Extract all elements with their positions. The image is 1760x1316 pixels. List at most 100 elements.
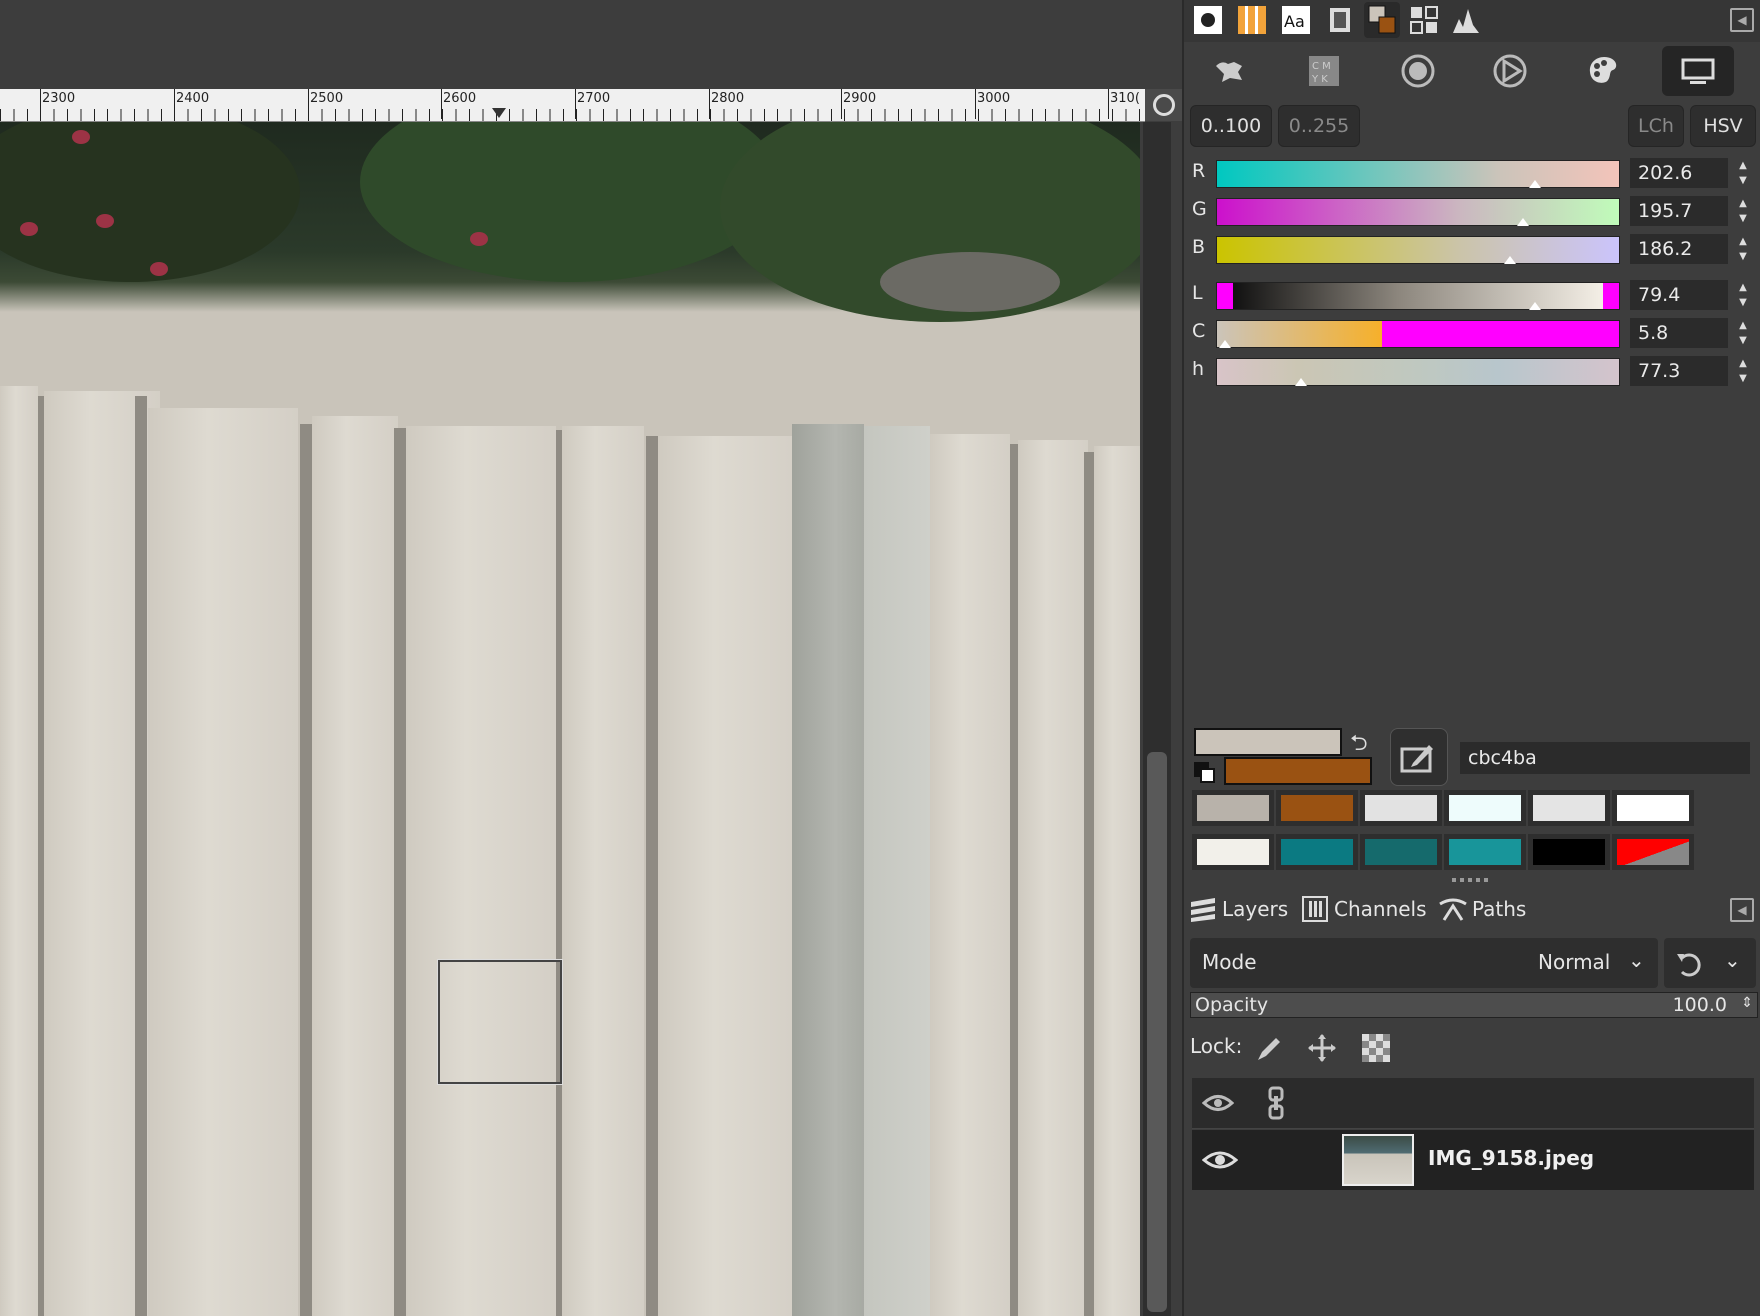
- history-swatch[interactable]: [1276, 834, 1358, 870]
- ruler-major-tick: [1108, 89, 1109, 119]
- palette-selector-icon[interactable]: [1568, 46, 1640, 96]
- history-swatch[interactable]: [1612, 834, 1694, 870]
- fence-shadow: [135, 396, 147, 1316]
- colors-icon[interactable]: [1364, 2, 1400, 38]
- lock-row: Lock:: [1190, 1028, 1756, 1068]
- fence-post-side: [864, 426, 930, 1316]
- gimp-selector-icon[interactable]: [1194, 46, 1266, 96]
- opacity-label: Opacity: [1195, 994, 1269, 1016]
- lock-pixels-icon[interactable]: [1252, 1032, 1284, 1064]
- blue-spinner[interactable]: ▲ ▼: [1732, 234, 1754, 264]
- layer-mode-select[interactable]: Mode Normal ⌄: [1190, 938, 1658, 988]
- history-swatch[interactable]: [1276, 790, 1358, 826]
- opacity-spinner[interactable]: ⇕: [1741, 995, 1753, 1011]
- scales-selector-icon[interactable]: [1662, 46, 1734, 96]
- flower: [72, 130, 90, 144]
- foliage: [360, 122, 780, 282]
- svg-text:C M: C M: [1312, 61, 1331, 72]
- layer-row[interactable]: IMG_9158.jpeg: [1192, 1130, 1754, 1190]
- tab-paths[interactable]: Paths: [1438, 888, 1548, 930]
- chroma-slider[interactable]: [1216, 320, 1620, 348]
- ruler-label: 2500: [310, 91, 344, 106]
- lock-label: Lock:: [1190, 1034, 1243, 1058]
- green-spinner[interactable]: ▲ ▼: [1732, 196, 1754, 226]
- history-swatch[interactable]: [1360, 790, 1442, 826]
- chroma-value-field[interactable]: 5.8: [1630, 318, 1728, 348]
- horizontal-ruler[interactable]: 2300 2400 2500 2600 2700 2800 2900 3000 …: [0, 89, 1145, 122]
- red-spinner[interactable]: ▲ ▼: [1732, 158, 1754, 188]
- red-value-field[interactable]: 202.6: [1630, 158, 1728, 188]
- layer-name[interactable]: IMG_9158.jpeg: [1428, 1146, 1594, 1170]
- triangle-selector-icon[interactable]: [1474, 46, 1546, 96]
- fence-board: [658, 436, 798, 1316]
- slider-marker: [1528, 302, 1541, 310]
- lightness-spinner[interactable]: ▲ ▼: [1732, 280, 1754, 310]
- history-swatch[interactable]: [1360, 834, 1442, 870]
- patterns-icon[interactable]: [1406, 2, 1442, 38]
- history-swatch[interactable]: [1444, 834, 1526, 870]
- tab-channels[interactable]: Channels: [1300, 888, 1436, 930]
- hue-spinner[interactable]: ▲ ▼: [1732, 356, 1754, 386]
- flower: [20, 222, 38, 236]
- visibility-eye-icon: [1202, 1151, 1238, 1169]
- lch-button[interactable]: LCh: [1628, 105, 1684, 147]
- fonts-icon[interactable]: Aa: [1278, 2, 1314, 38]
- histogram-icon[interactable]: [1448, 2, 1484, 38]
- opacity-slider[interactable]: Opacity 100.0 ⇕: [1190, 992, 1758, 1018]
- history-swatch[interactable]: [1444, 790, 1526, 826]
- chevron-down-icon: ⌄: [1724, 948, 1741, 972]
- foreground-color-swatch[interactable]: [1194, 728, 1342, 756]
- navigate-button[interactable]: [1145, 89, 1182, 121]
- composite-mode-select[interactable]: ⌄: [1664, 938, 1756, 988]
- channel-label: G: [1192, 198, 1207, 220]
- ruler-label: 310(: [1110, 91, 1140, 106]
- history-swatch[interactable]: [1192, 834, 1274, 870]
- tab-label: Layers: [1222, 897, 1289, 921]
- green-value-field[interactable]: 195.7: [1630, 196, 1728, 226]
- green-slider[interactable]: [1216, 198, 1620, 226]
- cmyk-selector-icon[interactable]: C M Y K: [1288, 46, 1360, 96]
- history-swatch[interactable]: [1528, 790, 1610, 826]
- red-slider[interactable]: [1216, 160, 1620, 188]
- layers-icon: [1188, 894, 1218, 924]
- range-0-255-button[interactable]: 0..255: [1278, 105, 1360, 147]
- chroma-slider-row: C 5.8 ▲ ▼: [1184, 318, 1760, 350]
- vertical-scrollbar[interactable]: [1143, 122, 1171, 1316]
- swap-colors-icon[interactable]: ⮌: [1350, 726, 1368, 764]
- layer-list-header: [1192, 1078, 1754, 1129]
- hex-notation-field[interactable]: cbc4ba: [1460, 742, 1750, 774]
- dock-split-handle[interactable]: [1452, 878, 1492, 882]
- range-0-100-button[interactable]: 0..100: [1190, 105, 1272, 147]
- lightness-value-field[interactable]: 79.4: [1630, 280, 1728, 310]
- blue-slider[interactable]: [1216, 236, 1620, 264]
- fence-board: [406, 426, 556, 1316]
- sample-point-box[interactable]: [437, 959, 563, 1085]
- default-colors-icon[interactable]: [1194, 762, 1215, 783]
- right-dock: Aa ◀ C MY K 0..100 0..255 LCh HSV R 202.…: [1182, 0, 1760, 1316]
- lock-alpha-icon[interactable]: [1360, 1032, 1392, 1064]
- tab-layers[interactable]: Layers: [1188, 888, 1298, 930]
- image-canvas[interactable]: [0, 122, 1140, 1316]
- slider-marker: [1219, 340, 1232, 348]
- flower: [470, 232, 488, 246]
- brushes-icon[interactable]: [1190, 2, 1226, 38]
- scroll-thumb[interactable]: [1147, 752, 1167, 1312]
- blue-value-field[interactable]: 186.2: [1630, 234, 1728, 264]
- lightness-slider[interactable]: [1216, 282, 1620, 310]
- hue-value-field[interactable]: 77.3: [1630, 356, 1728, 386]
- history-swatch[interactable]: [1528, 834, 1610, 870]
- chroma-spinner[interactable]: ▲ ▼: [1732, 318, 1754, 348]
- color-picker-button[interactable]: [1390, 728, 1448, 786]
- dock-menu-button[interactable]: ◀: [1730, 8, 1754, 32]
- gradients-icon[interactable]: [1234, 2, 1270, 38]
- rock: [880, 252, 1060, 312]
- watercolor-selector-icon[interactable]: [1382, 46, 1454, 96]
- layers-dock-menu-button[interactable]: ◀: [1730, 898, 1754, 922]
- fence-board: [1018, 440, 1088, 1316]
- history-swatch[interactable]: [1192, 790, 1274, 826]
- history-swatch[interactable]: [1612, 790, 1694, 826]
- hsv-button[interactable]: HSV: [1690, 105, 1756, 147]
- lock-position-icon[interactable]: [1306, 1032, 1338, 1064]
- images-icon[interactable]: [1322, 2, 1358, 38]
- hue-slider[interactable]: [1216, 358, 1620, 386]
